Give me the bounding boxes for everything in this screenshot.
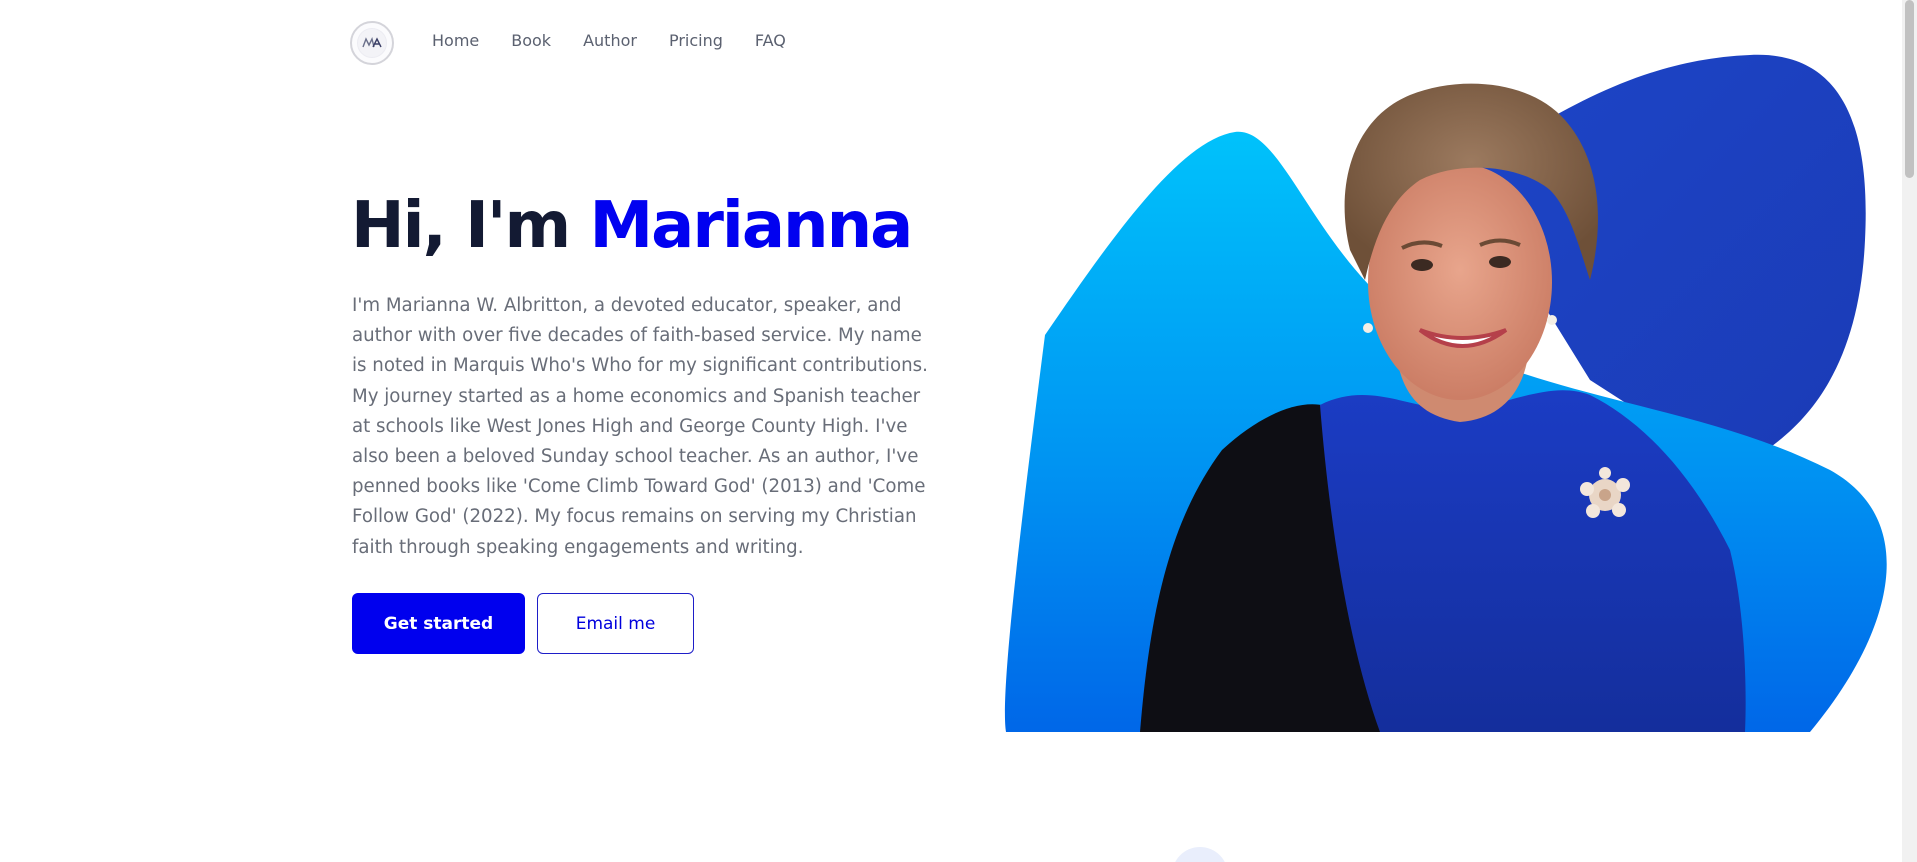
hero-bio: I'm Marianna W. Albritton, a devoted edu… (352, 295, 928, 558)
get-started-button[interactable]: Get started (352, 593, 525, 654)
monogram-logo-icon: MA (357, 28, 387, 58)
left-earring (1363, 323, 1373, 333)
page: MA Home Book Author Pricing FAQ Hi, I'm … (0, 0, 1917, 862)
right-eye (1489, 256, 1511, 268)
nav-item-author[interactable]: Author (583, 31, 637, 50)
nav-item-faq[interactable]: FAQ (755, 31, 786, 50)
logo[interactable]: MA (350, 21, 394, 65)
scrollbar-thumb[interactable] (1905, 0, 1914, 178)
hero-title: Hi, I'm Marianna (351, 186, 913, 266)
main-nav: Home Book Author Pricing FAQ (432, 31, 786, 50)
right-earring (1547, 315, 1557, 325)
hero-portrait-illustration (1004, 54, 1887, 732)
nav-item-book[interactable]: Book (511, 31, 551, 50)
nav-item-pricing[interactable]: Pricing (669, 31, 723, 50)
email-me-button[interactable]: Email me (537, 593, 694, 654)
page-scrollbar[interactable] (1902, 0, 1917, 862)
left-eye (1411, 259, 1433, 271)
section-peek-circle (1172, 847, 1228, 862)
nav-item-home[interactable]: Home (432, 31, 479, 50)
hero-title-prefix: Hi, I'm (351, 189, 590, 263)
hero-title-name: Marianna (589, 189, 913, 263)
